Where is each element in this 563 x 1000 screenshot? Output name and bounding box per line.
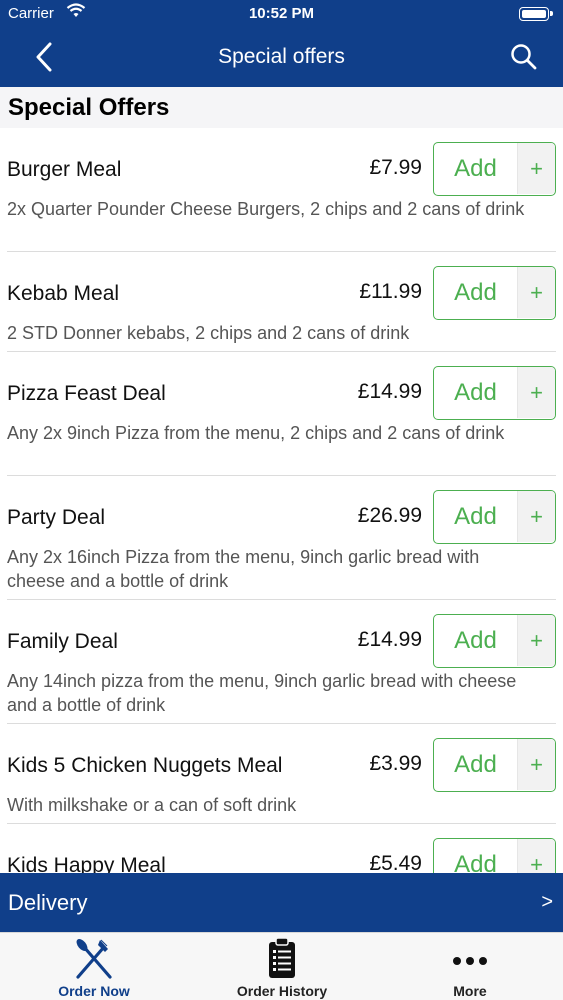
list-item: Family Deal £14.99 Add + Any 14inch pizz… [0, 600, 563, 724]
add-button[interactable]: Add + [433, 490, 556, 544]
add-label: Add [454, 379, 497, 406]
plus-icon: + [517, 143, 555, 194]
add-label: Add [454, 627, 497, 654]
item-description: 2 STD Donner kebabs, 2 chips and 2 cans … [7, 323, 410, 343]
item-description: Any 2x 9inch Pizza from the menu, 2 chip… [7, 423, 505, 443]
clipboard-list-icon [188, 937, 376, 981]
item-description: 2x Quarter Pounder Cheese Burgers, 2 chi… [7, 199, 525, 219]
item-price: £3.99 [369, 752, 422, 775]
list-item: Kids 5 Chicken Nuggets Meal £3.99 Add + … [0, 724, 563, 824]
tab-label: More [453, 983, 487, 999]
section-title: Special Offers [8, 94, 170, 121]
item-description: Any 14inch pizza from the menu, 9inch ga… [7, 671, 517, 715]
list-item: Kids Happy Meal £5.49 Add + [0, 824, 563, 873]
item-name: Kebab Meal [7, 282, 120, 305]
add-label: Add [454, 751, 497, 778]
item-price: £11.99 [359, 280, 422, 303]
tab-order-history[interactable]: Order History [188, 933, 376, 1000]
item-price: £14.99 [357, 628, 422, 651]
item-name: Burger Meal [7, 158, 122, 181]
item-price: £7.99 [369, 156, 422, 179]
tab-label: Order History [236, 983, 328, 999]
battery-icon [519, 7, 553, 21]
delivery-label: Delivery [8, 890, 88, 915]
list-item: Kebab Meal £11.99 Add + 2 STD Donner keb… [0, 252, 563, 352]
delivery-bar[interactable]: Delivery > [0, 873, 563, 932]
plus-icon: + [517, 491, 555, 542]
add-label: Add [454, 851, 497, 873]
tab-label: Order Now [58, 983, 130, 999]
item-name: Party Deal [7, 506, 106, 529]
item-description: With milkshake or a can of soft drink [7, 795, 297, 815]
plus-icon: + [517, 367, 555, 418]
add-button[interactable]: Add + [433, 614, 556, 668]
item-price: £5.49 [369, 852, 422, 873]
more-dots-icon [376, 937, 563, 981]
item-name: Family Deal [7, 630, 118, 653]
plus-icon: + [517, 739, 555, 790]
fork-knife-icon [0, 937, 188, 981]
add-button[interactable]: Add + [433, 838, 556, 873]
item-name: Pizza Feast Deal [7, 382, 166, 405]
add-button[interactable]: Add + [433, 266, 556, 320]
add-button[interactable]: Add + [433, 142, 556, 196]
add-button[interactable]: Add + [433, 738, 556, 792]
add-label: Add [454, 279, 497, 306]
clock: 10:52 PM [248, 5, 315, 22]
search-button[interactable] [509, 42, 539, 72]
status-bar: Carrier 10:52 PM [0, 0, 563, 30]
search-icon [511, 44, 537, 70]
offers-list[interactable]: Burger Meal £7.99 Add + 2x Quarter Pound… [0, 128, 563, 873]
tab-bar: Order Now Order History More [0, 932, 563, 1000]
add-button[interactable]: Add + [433, 366, 556, 420]
list-item: Pizza Feast Deal £14.99 Add + Any 2x 9in… [0, 352, 563, 476]
plus-icon: + [517, 839, 555, 873]
page-title: Special offers [218, 45, 345, 68]
tab-order-now[interactable]: Order Now [0, 933, 188, 1000]
item-name: Kids 5 Chicken Nuggets Meal [7, 754, 283, 777]
section-header: Special Offers [0, 87, 563, 128]
item-price: £26.99 [357, 504, 422, 527]
tab-more[interactable]: More [376, 933, 563, 1000]
add-label: Add [454, 155, 497, 182]
item-price: £14.99 [357, 380, 422, 403]
add-label: Add [454, 503, 497, 530]
plus-icon: + [517, 267, 555, 318]
chevron-right-icon: > [541, 891, 553, 913]
item-description: Any 2x 16inch Pizza from the menu, 9inch… [7, 547, 480, 591]
list-item: Burger Meal £7.99 Add + 2x Quarter Pound… [0, 128, 563, 252]
plus-icon: + [517, 615, 555, 666]
top-bar: Carrier 10:52 PM Special offers [0, 0, 563, 87]
list-item: Party Deal £26.99 Add + Any 2x 16inch Pi… [0, 476, 563, 600]
item-name: Kids Happy Meal [7, 854, 166, 873]
